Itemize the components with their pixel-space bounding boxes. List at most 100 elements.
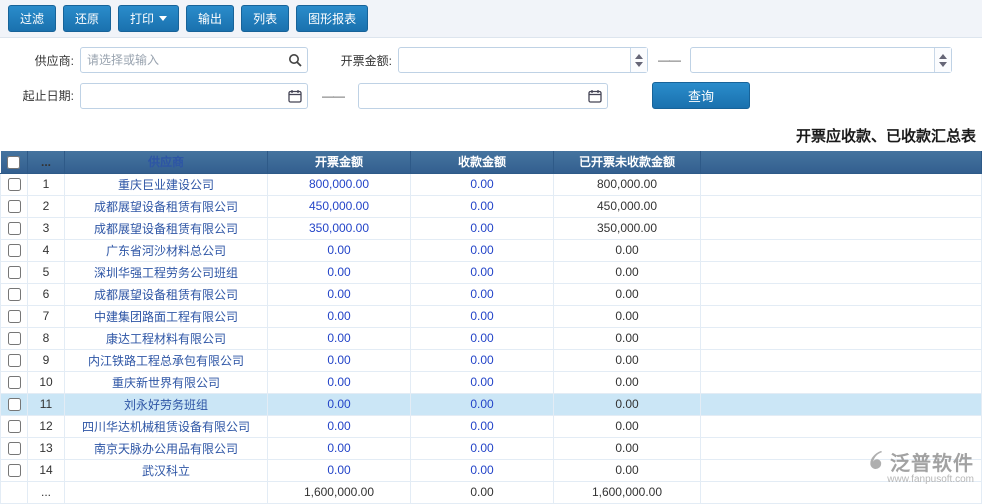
row-checkbox[interactable] — [7, 178, 21, 192]
date-from-input[interactable] — [81, 88, 283, 103]
table-header-row: ... 供应商 开票金额 收款金额 已开票未收款金额 — [0, 151, 982, 174]
table-row[interactable]: 12 四川华达机械租赁设备有限公司 0.00 0.00 0.00 — [0, 414, 982, 438]
query-button[interactable]: 查询 — [652, 82, 750, 109]
table-row[interactable]: 3 成都展望设备租赁有限公司 350,000.00 0.00 350,000.0… — [0, 216, 982, 240]
row-checkbox[interactable] — [7, 442, 21, 456]
supplier-cell[interactable]: 重庆新世界有限公司 — [64, 370, 268, 394]
supplier-cell[interactable]: 武汉科立 — [64, 458, 268, 482]
page-title: 开票应收款、已收款汇总表 — [795, 128, 976, 145]
received-amount-cell: 0.00 — [410, 392, 554, 416]
supplier-cell[interactable]: 刘永好劳务班组 — [64, 392, 268, 416]
table-row[interactable]: 7 中建集团路面工程有限公司 0.00 0.00 0.00 — [0, 304, 982, 328]
print-button[interactable]: 打印 — [118, 5, 180, 32]
row-checkbox[interactable] — [7, 288, 21, 302]
row-checkbox[interactable] — [7, 310, 21, 324]
row-checkbox-cell — [0, 238, 28, 262]
invoice-amount-min-input[interactable] — [399, 53, 630, 67]
spinner-icon[interactable] — [630, 48, 647, 72]
table-row[interactable]: 11 刘永好劳务班组 0.00 0.00 0.00 — [0, 392, 982, 416]
table-row[interactable]: 9 内江铁路工程总承包有限公司 0.00 0.00 0.00 — [0, 348, 982, 372]
unreceived-amount-cell: 800,000.00 — [553, 172, 701, 196]
invoice-amount-cell: 0.00 — [267, 282, 411, 306]
column-header-invoice[interactable]: 开票金额 — [267, 151, 411, 174]
supplier-field[interactable] — [80, 47, 308, 73]
supplier-cell[interactable]: 成都展望设备租赁有限公司 — [64, 194, 268, 218]
empty-cell — [700, 172, 982, 196]
supplier-input[interactable] — [81, 53, 283, 67]
list-button[interactable]: 列表 — [241, 5, 290, 32]
supplier-cell[interactable]: 康达工程材料有限公司 — [64, 326, 268, 350]
supplier-cell[interactable]: 重庆巨业建设公司 — [64, 172, 268, 196]
calendar-icon[interactable] — [583, 84, 607, 108]
row-number: 2 — [27, 194, 65, 218]
table-row[interactable]: 13 南京天脉办公用品有限公司 0.00 0.00 0.00 — [0, 436, 982, 460]
table-row[interactable]: 6 成都展望设备租赁有限公司 0.00 0.00 0.00 — [0, 282, 982, 306]
row-checkbox[interactable] — [7, 266, 21, 280]
invoice-amount-max-input[interactable] — [691, 53, 934, 67]
filter-button[interactable]: 过滤 — [8, 5, 57, 32]
supplier-cell[interactable]: 中建集团路面工程有限公司 — [64, 304, 268, 328]
column-header-received[interactable]: 收款金额 — [410, 151, 554, 174]
row-checkbox[interactable] — [7, 376, 21, 390]
column-header-unreceived[interactable]: 已开票未收款金额 — [553, 151, 701, 174]
table-row[interactable]: 1 重庆巨业建设公司 800,000.00 0.00 800,000.00 — [0, 172, 982, 196]
search-icon[interactable] — [283, 48, 307, 72]
unreceived-amount-cell: 0.00 — [553, 304, 701, 328]
footer-unreceived-total: 1,600,000.00 — [553, 480, 701, 504]
calendar-icon[interactable] — [283, 84, 307, 108]
row-checkbox[interactable] — [7, 244, 21, 258]
row-checkbox[interactable] — [7, 354, 21, 368]
table-row[interactable]: 5 深圳华强工程劳务公司班组 0.00 0.00 0.00 — [0, 260, 982, 284]
table-row[interactable]: 2 成都展望设备租赁有限公司 450,000.00 0.00 450,000.0… — [0, 194, 982, 218]
date-from-field[interactable] — [80, 82, 308, 109]
row-checkbox[interactable] — [7, 222, 21, 236]
empty-cell — [700, 458, 982, 482]
row-checkbox-cell — [0, 370, 28, 394]
unreceived-amount-cell: 450,000.00 — [553, 194, 701, 218]
row-checkbox-cell — [0, 436, 28, 460]
unreceived-amount-cell: 0.00 — [553, 326, 701, 350]
date-to-input[interactable] — [359, 88, 583, 103]
select-all-checkbox[interactable] — [7, 155, 21, 169]
row-number: 14 — [27, 458, 65, 482]
row-number: 3 — [27, 216, 65, 240]
row-checkbox[interactable] — [7, 332, 21, 346]
supplier-cell[interactable]: 成都展望设备租赁有限公司 — [64, 282, 268, 306]
row-checkbox-cell — [0, 304, 28, 328]
invoice-amount-min-field[interactable] — [398, 47, 648, 73]
footer-checkbox-cell — [0, 480, 28, 504]
row-number: 6 — [27, 282, 65, 306]
supplier-cell[interactable]: 深圳华强工程劳务公司班组 — [64, 260, 268, 284]
empty-cell — [700, 370, 982, 394]
column-header-supplier[interactable]: 供应商 — [64, 151, 268, 174]
supplier-cell[interactable]: 广东省河沙材料总公司 — [64, 238, 268, 262]
table-row[interactable]: 8 康达工程材料有限公司 0.00 0.00 0.00 — [0, 326, 982, 350]
empty-cell — [700, 260, 982, 284]
invoice-amount-cell: 0.00 — [267, 370, 411, 394]
filter-panel: 供应商: 开票金额: —— 起止日期: —— — [0, 38, 982, 124]
supplier-cell[interactable]: 四川华达机械租赁设备有限公司 — [64, 414, 268, 438]
footer-number-cell: ... — [27, 480, 65, 504]
row-checkbox[interactable] — [7, 464, 21, 478]
table-row[interactable]: 14 武汉科立 0.00 0.00 0.00 — [0, 458, 982, 482]
invoice-amount-cell: 0.00 — [267, 392, 411, 416]
chart-report-button[interactable]: 图形报表 — [296, 5, 369, 32]
export-button[interactable]: 输出 — [186, 5, 235, 32]
received-amount-cell: 0.00 — [410, 304, 554, 328]
row-checkbox[interactable] — [7, 420, 21, 434]
row-checkbox[interactable] — [7, 200, 21, 214]
unreceived-amount-cell: 0.00 — [553, 458, 701, 482]
received-amount-cell: 0.00 — [410, 194, 554, 218]
supplier-cell[interactable]: 内江铁路工程总承包有限公司 — [64, 348, 268, 372]
invoice-amount-max-field[interactable] — [690, 47, 952, 73]
received-amount-cell: 0.00 — [410, 414, 554, 438]
date-to-field[interactable] — [358, 82, 608, 109]
row-number: 4 — [27, 238, 65, 262]
row-checkbox[interactable] — [7, 398, 21, 412]
table-row[interactable]: 4 广东省河沙材料总公司 0.00 0.00 0.00 — [0, 238, 982, 262]
restore-button[interactable]: 还原 — [63, 5, 112, 32]
supplier-cell[interactable]: 南京天脉办公用品有限公司 — [64, 436, 268, 460]
table-row[interactable]: 10 重庆新世界有限公司 0.00 0.00 0.00 — [0, 370, 982, 394]
supplier-cell[interactable]: 成都展望设备租赁有限公司 — [64, 216, 268, 240]
spinner-icon[interactable] — [934, 48, 951, 72]
